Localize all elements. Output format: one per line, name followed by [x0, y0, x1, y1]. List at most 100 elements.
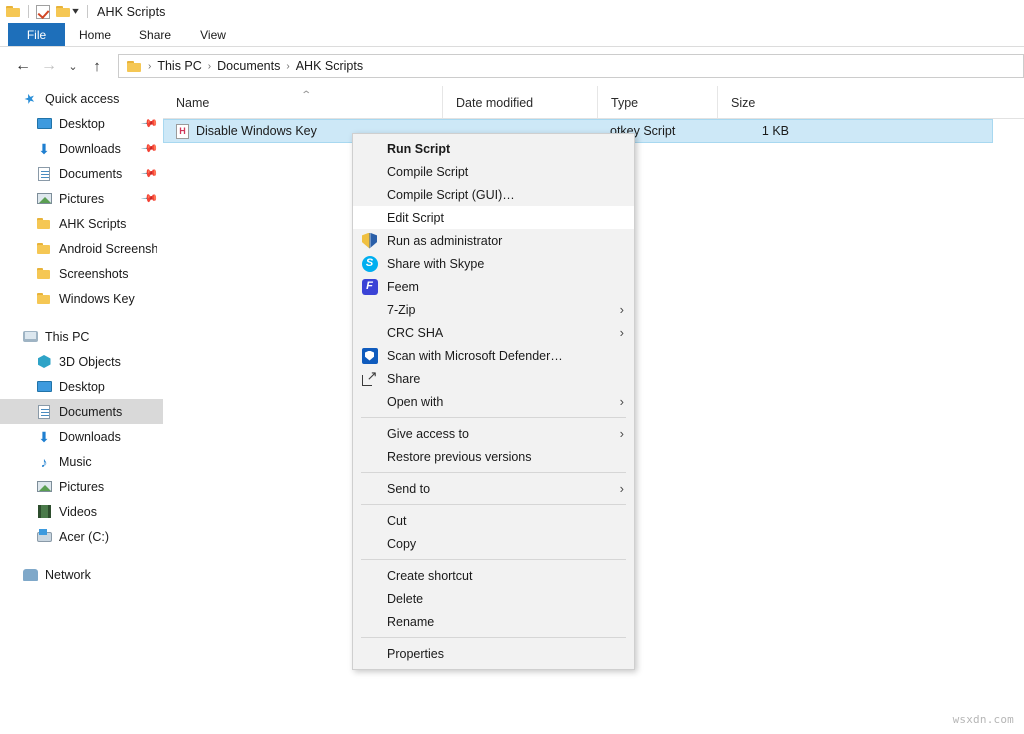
menu-item-restore-previous-versions[interactable]: Restore previous versions: [353, 445, 634, 468]
properties-checkbox-icon[interactable]: [36, 5, 50, 19]
drive-icon: [36, 529, 52, 545]
menu-item-run-script[interactable]: Run Script: [353, 137, 634, 160]
menu-item-copy[interactable]: Copy: [353, 532, 634, 555]
menu-item-properties[interactable]: Properties: [353, 642, 634, 665]
chevron-right-icon: ›: [620, 426, 624, 441]
sidebar-item-pc-pictures[interactable]: Pictures: [0, 474, 163, 499]
no-icon: [361, 324, 378, 341]
column-header-date-modified[interactable]: Date modified: [442, 86, 597, 118]
column-header-type[interactable]: Type: [597, 86, 717, 118]
sidebar-item-ahk-scripts[interactable]: AHK Scripts: [0, 211, 163, 236]
sidebar-spacer: [0, 311, 163, 324]
sidebar-item-3d-objects[interactable]: 3D Objects: [0, 349, 163, 374]
tab-home[interactable]: Home: [65, 23, 125, 46]
menu-item-7-zip[interactable]: 7-Zip ›: [353, 298, 634, 321]
toolbar-divider: [28, 5, 29, 18]
sidebar-group-network[interactable]: Network: [0, 562, 163, 587]
menu-item-delete[interactable]: Delete: [353, 587, 634, 610]
no-icon: [361, 645, 378, 662]
column-header-size[interactable]: Size: [717, 86, 797, 118]
new-folder-icon[interactable]: [56, 5, 71, 18]
breadcrumb-this-pc[interactable]: This PC: [153, 59, 205, 73]
menu-item-create-shortcut[interactable]: Create shortcut: [353, 564, 634, 587]
sidebar-item-android-screenshot[interactable]: Android Screenshot: [0, 236, 163, 261]
sidebar-item-screenshots[interactable]: Screenshots: [0, 261, 163, 286]
chevron-down-icon[interactable]: ▾: [72, 6, 79, 17]
chevron-right-icon: ›: [620, 325, 624, 340]
breadcrumb-documents[interactable]: Documents: [213, 59, 284, 73]
downloads-icon: ⬇: [36, 141, 52, 157]
sidebar-item-label: Windows Key: [59, 292, 135, 306]
sidebar-spacer: [0, 549, 163, 562]
sidebar-item-acer-c[interactable]: Acer (C:): [0, 524, 163, 549]
sidebar-item-videos[interactable]: Videos: [0, 499, 163, 524]
sidebar-item-label: Documents: [59, 167, 122, 181]
chevron-right-icon: ›: [620, 302, 624, 317]
menu-item-compile-script-gui[interactable]: Compile Script (GUI)…: [353, 183, 634, 206]
defender-icon: [361, 347, 378, 364]
sidebar-item-desktop[interactable]: Desktop 📌: [0, 111, 163, 136]
no-icon: [361, 140, 378, 157]
sidebar-item-label: Acer (C:): [59, 530, 109, 544]
desktop-icon: [36, 379, 52, 395]
sidebar-item-label: 3D Objects: [59, 355, 121, 369]
forward-icon[interactable]: →: [36, 53, 62, 79]
sidebar-item-pc-documents[interactable]: Documents: [0, 399, 163, 424]
column-header-label: Size: [731, 96, 755, 110]
menu-item-crc-sha[interactable]: CRC SHA ›: [353, 321, 634, 344]
menu-item-feem[interactable]: F Feem: [353, 275, 634, 298]
sidebar-item-label: AHK Scripts: [59, 217, 126, 231]
sidebar-item-label: Documents: [59, 405, 122, 419]
pin-icon: 📌: [141, 189, 160, 208]
menu-item-send-to[interactable]: Send to ›: [353, 477, 634, 500]
column-headers: Name ⌃ Date modified Type Size: [163, 86, 1024, 119]
shield-icon: [361, 232, 378, 249]
menu-item-edit-script[interactable]: Edit Script: [353, 206, 634, 229]
recent-locations-icon[interactable]: ⌄: [62, 53, 84, 79]
folder-icon: [36, 216, 52, 232]
menu-item-cut[interactable]: Cut: [353, 509, 634, 532]
title-divider: [87, 5, 88, 18]
up-icon[interactable]: ↑: [84, 53, 110, 79]
chevron-right-icon: ›: [620, 481, 624, 496]
sidebar-item-label: Desktop: [59, 380, 105, 394]
breadcrumb[interactable]: › This PC › Documents › AHK Scripts: [118, 54, 1024, 78]
sidebar-item-music[interactable]: ♪ Music: [0, 449, 163, 474]
menu-item-give-access-to[interactable]: Give access to ›: [353, 422, 634, 445]
menu-item-share[interactable]: Share: [353, 367, 634, 390]
sidebar-item-pc-downloads[interactable]: ⬇ Downloads: [0, 424, 163, 449]
menu-item-run-as-administrator[interactable]: Run as administrator: [353, 229, 634, 252]
documents-icon: [36, 404, 52, 420]
sidebar-group-this-pc[interactable]: This PC: [0, 324, 163, 349]
column-header-name[interactable]: Name ⌃: [163, 86, 442, 118]
menu-item-label: CRC SHA: [387, 326, 620, 340]
sidebar-item-windows-key[interactable]: Windows Key: [0, 286, 163, 311]
menu-separator: [361, 472, 626, 473]
pictures-icon: [36, 191, 52, 207]
menu-item-scan-with-microsoft-defender[interactable]: Scan with Microsoft Defender…: [353, 344, 634, 367]
no-icon: [361, 393, 378, 410]
sidebar-item-label: Downloads: [59, 142, 121, 156]
pin-icon: 📌: [141, 164, 160, 183]
sidebar-group-quick-access[interactable]: ★ Quick access: [0, 86, 163, 111]
feem-icon: F: [361, 278, 378, 295]
folder-icon: [36, 266, 52, 282]
menu-item-compile-script[interactable]: Compile Script: [353, 160, 634, 183]
menu-item-share-with-skype[interactable]: S Share with Skype: [353, 252, 634, 275]
sidebar-item-documents[interactable]: Documents 📌: [0, 161, 163, 186]
tab-file[interactable]: File: [8, 23, 65, 46]
tab-view[interactable]: View: [185, 23, 241, 46]
menu-item-label: Create shortcut: [387, 569, 624, 583]
sidebar-item-label: This PC: [45, 330, 89, 344]
tab-share[interactable]: Share: [125, 23, 185, 46]
back-icon[interactable]: ←: [10, 53, 36, 79]
no-icon: [361, 535, 378, 552]
breadcrumb-ahk-scripts[interactable]: AHK Scripts: [292, 59, 367, 73]
menu-item-label: 7-Zip: [387, 303, 620, 317]
breadcrumb-separator: ›: [146, 61, 153, 72]
menu-item-open-with[interactable]: Open with ›: [353, 390, 634, 413]
sidebar-item-pictures[interactable]: Pictures 📌: [0, 186, 163, 211]
menu-item-rename[interactable]: Rename: [353, 610, 634, 633]
sidebar-item-pc-desktop[interactable]: Desktop: [0, 374, 163, 399]
sidebar-item-downloads[interactable]: ⬇ Downloads 📌: [0, 136, 163, 161]
